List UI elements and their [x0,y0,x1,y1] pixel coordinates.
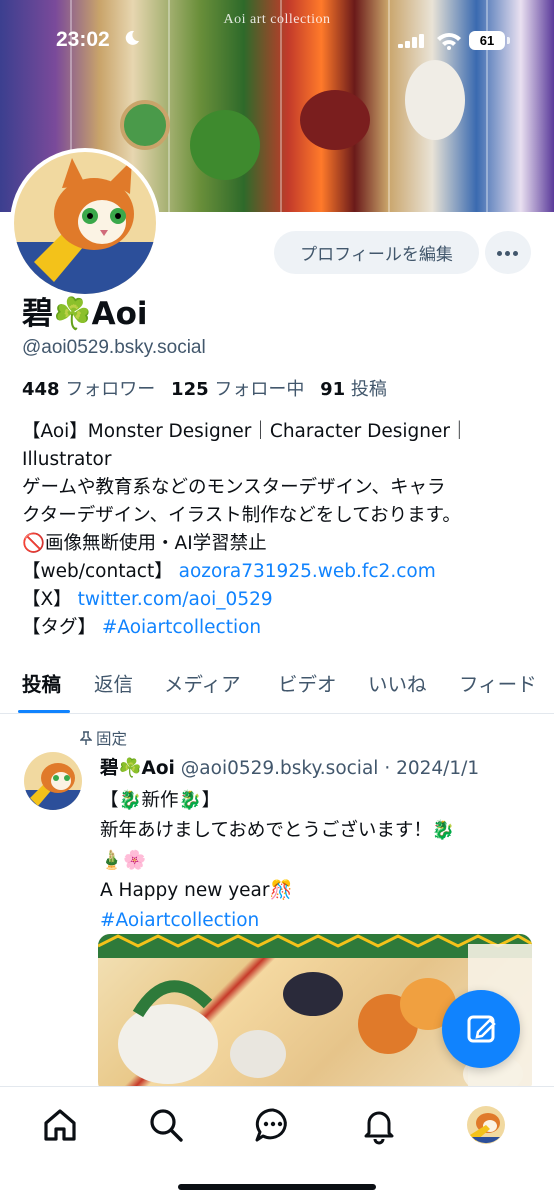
pin-icon [79,731,93,745]
banner-foliage [190,110,260,180]
post-line: 🎍🌸 [100,850,147,871]
posts-label: 投稿 [350,379,387,400]
search-icon[interactable] [146,1105,186,1145]
tab-posts[interactable]: 投稿 [22,668,61,697]
profile-avatar[interactable] [10,148,160,298]
post-date[interactable]: · 2024/1/1 [384,758,479,779]
post-body: 【🐉新作🐉】 新年あけましておめでとうございます！🐉 🎍🌸 A Happy ne… [100,786,540,936]
bio-line: 🚫画像無断使用・AI学習禁止 [22,533,267,554]
twitter-link[interactable]: twitter.com/aoi_0529 [78,589,273,610]
pinned-label: 固定 [79,727,128,749]
post-author-avatar[interactable] [24,752,82,810]
posts-count: 91 [320,379,346,400]
wifi-icon [437,33,461,50]
bio-x-label: 【X】 [22,589,78,610]
bio-line: クターデザイン、イラスト制作などをしております。 [22,505,461,526]
ellipsis-dot [505,251,510,256]
post-author-name[interactable]: 碧☘️Aoi [100,758,175,779]
avatar-image [14,152,156,294]
bell-icon[interactable] [359,1105,399,1145]
ellipsis-dot [513,251,518,256]
tab-media[interactable]: メディア [164,668,241,697]
followers-label[interactable]: フォロワー [65,379,155,400]
banner-divider [388,0,390,212]
following-label[interactable]: フォロー中 [214,379,304,400]
profile-handle: @aoi0529.bsky.social [22,337,206,358]
display-name: 碧☘️Aoi [22,296,148,332]
chat-icon[interactable] [253,1105,293,1145]
bio-line: ゲームや教育系などのモンスターデザイン、キャラ [22,477,446,498]
post-header: 碧☘️Aoi @aoi0529.bsky.social · 2024/1/1 [100,754,479,780]
battery-icon: 61 [469,31,505,50]
more-options-button[interactable] [485,231,531,274]
profile-stats: 448 フォロワー 125 フォロー中 91 投稿 [22,375,397,401]
bio-line: 【Aoi】Monster Designer｜Character Designer… [22,421,469,442]
tab-likes[interactable]: いいね [368,668,427,697]
post-line: A Happy new year🎊 [100,880,293,901]
banner-divider [280,0,282,212]
bio-line: Illustrator [22,449,112,470]
profile-avatar-icon[interactable] [466,1105,506,1145]
banner-divider [168,0,170,212]
active-tab-indicator [18,710,70,713]
moon-icon [125,30,139,45]
banner-dragon [300,90,370,150]
pinned-text: 固定 [96,730,128,748]
ellipsis-dot [497,251,502,256]
banner-orb [120,100,170,150]
banner-creature [405,60,465,140]
tab-feeds[interactable]: フィード [459,668,537,697]
home-icon[interactable] [40,1105,80,1145]
compose-icon [467,1015,496,1043]
status-time: 23:02 [56,28,110,51]
post-author-handle[interactable]: @aoi0529.bsky.social [181,758,379,779]
bio-x-row: 【X】 twitter.com/aoi_0529 [22,586,542,614]
followers-count[interactable]: 448 [22,379,60,400]
following-count[interactable]: 125 [171,379,209,400]
tab-replies[interactable]: 返信 [94,668,133,697]
profile-bio: 【Aoi】Monster Designer｜Character Designer… [22,418,542,642]
compose-button[interactable] [442,990,520,1068]
hashtag-link[interactable]: #Aoiartcollection [102,617,261,638]
profile-tabs: 投稿 返信 メディア ビデオ いいね フィード [0,660,554,714]
bio-tag-row: 【タグ】 #Aoiartcollection [22,614,542,642]
tab-videos[interactable]: ビデオ [278,668,337,697]
edit-profile-button[interactable]: プロフィールを編集 [274,231,479,274]
post-line: 新年あけましておめでとうございます！🐉 [100,820,455,841]
bottom-navigation [0,1086,554,1200]
bio-web-row: 【web/contact】 aozora731925.web.fc2.com [22,558,542,586]
post-line: 【🐉新作🐉】 [100,790,221,811]
cellular-signal-icon [398,34,424,48]
banner-title: Aoi art collection [223,12,331,27]
web-link[interactable]: aozora731925.web.fc2.com [179,561,436,582]
battery-tip [507,37,510,44]
home-indicator [178,1184,376,1190]
post-hashtag-link[interactable]: #Aoiartcollection [100,910,259,931]
bio-tag-label: 【タグ】 [22,617,102,638]
bio-web-label: 【web/contact】 [22,561,179,582]
